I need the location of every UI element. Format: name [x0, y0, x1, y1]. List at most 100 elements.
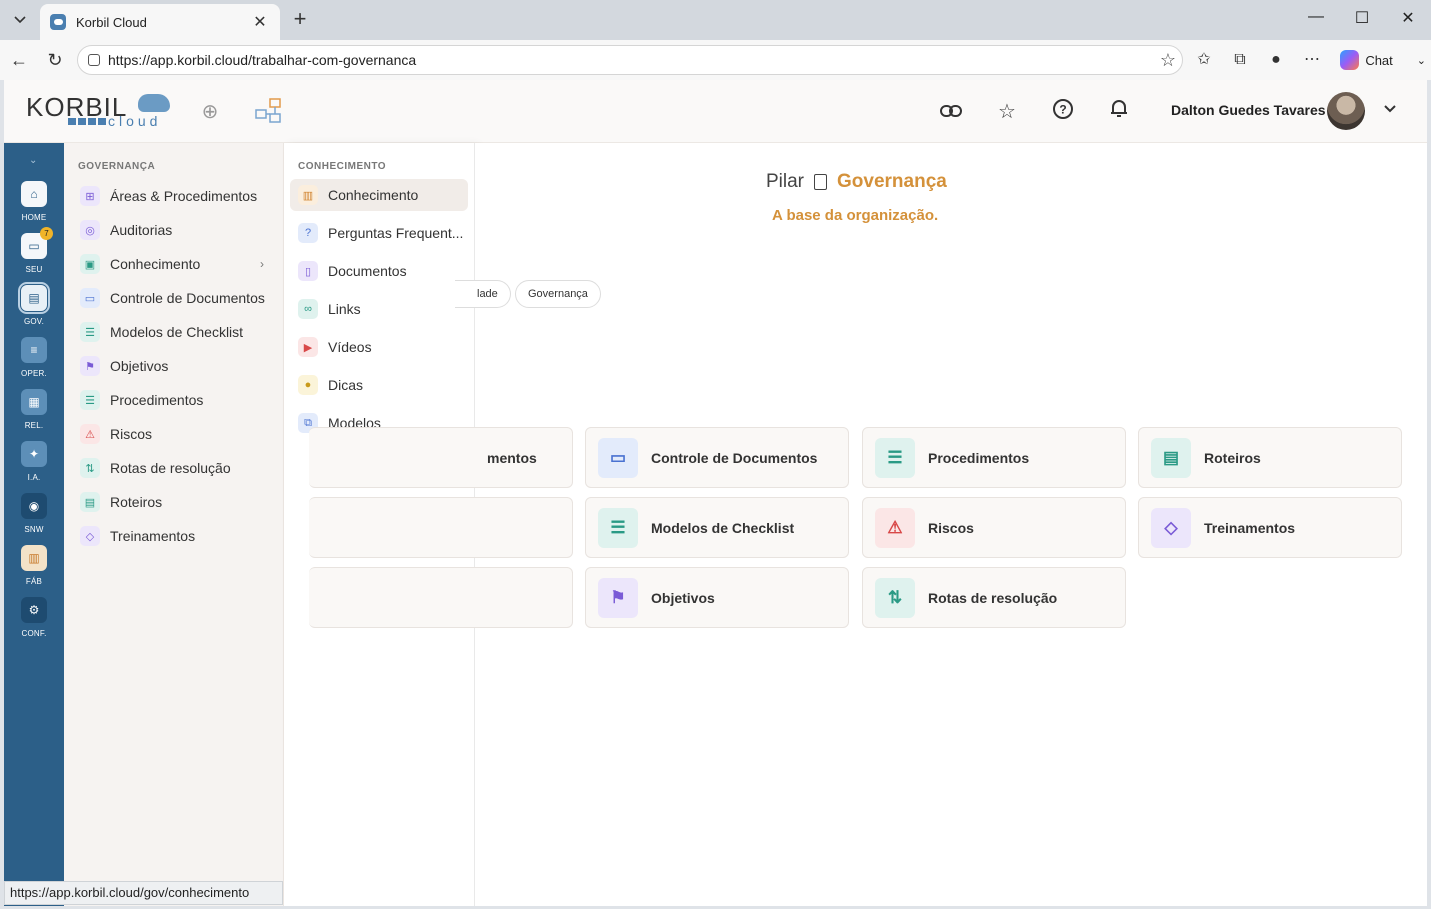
- profile-icon[interactable]: ●: [1264, 48, 1288, 72]
- warning-icon: ⚠: [80, 424, 100, 444]
- link-icon: ∞: [298, 299, 318, 319]
- menu-item-auditorias[interactable]: ◎ Auditorias: [72, 215, 278, 245]
- menu-item-areas[interactable]: ⊞ Áreas & Procedimentos: [72, 181, 278, 211]
- rail-item-snw[interactable]: ◉ SNW: [4, 493, 64, 545]
- back-button[interactable]: ←: [5, 47, 33, 73]
- logo-sub: cloud: [108, 113, 162, 129]
- card-partial-3[interactable]: [309, 567, 573, 628]
- document-icon: ▯: [298, 261, 318, 281]
- rail-item-rel[interactable]: ▦ REL.: [4, 389, 64, 441]
- url-text: https://app.korbil.cloud/trabalhar-com-g…: [108, 52, 417, 68]
- clipboard-icon: [814, 174, 828, 190]
- browser-tab[interactable]: Korbil Cloud ✕: [40, 4, 280, 40]
- rail-item-oper[interactable]: ≡ OPER.: [4, 337, 64, 389]
- menu-item-conhecimento[interactable]: ▣ Conhecimento ›: [72, 249, 278, 279]
- logo-bars: [68, 118, 106, 125]
- lightbulb-icon: ●: [298, 375, 318, 395]
- card-label: Controle de Documentos: [651, 449, 818, 466]
- menu-item-riscos[interactable]: ⚠ Riscos: [72, 419, 278, 449]
- book-open-icon: ▥: [298, 185, 318, 205]
- avatar[interactable]: [1327, 92, 1365, 130]
- card-label: Modelos de Checklist: [651, 519, 795, 536]
- card-documentos[interactable]: mentos: [309, 427, 573, 488]
- menu-item-treinamentos[interactable]: ◇ Treinamentos: [72, 521, 278, 551]
- add-circle-icon[interactable]: ⊕: [196, 98, 224, 126]
- card-treinamentos[interactable]: ◇ Treinamentos: [1138, 497, 1402, 558]
- card-label: Objetivos: [651, 589, 715, 606]
- card-modelos-checklist[interactable]: ☰ Modelos de Checklist: [585, 497, 849, 558]
- rail-item-fab[interactable]: ▥ FÁB: [4, 545, 64, 597]
- filter-chip[interactable]: lade: [455, 280, 511, 308]
- menu-item-rotas[interactable]: ⇅ Rotas de resolução: [72, 453, 278, 483]
- url-input[interactable]: https://app.korbil.cloud/trabalhar-com-g…: [77, 45, 1183, 75]
- rail-item-ia[interactable]: ✦ I.A.: [4, 441, 64, 493]
- star-icon[interactable]: ☆: [993, 98, 1021, 126]
- card-partial-2[interactable]: [309, 497, 573, 558]
- minimize-button[interactable]: —: [1293, 8, 1339, 32]
- structure-icon[interactable]: [254, 98, 282, 126]
- refresh-button[interactable]: ↻: [41, 47, 69, 73]
- menu-item-label: Objetivos: [110, 358, 169, 374]
- copilot-chat-button[interactable]: Chat ⌄: [1336, 47, 1426, 73]
- rail-label: I.A.: [27, 473, 41, 482]
- user-name[interactable]: Dalton Guedes Tavares: [1171, 102, 1326, 118]
- sparkles-icon: ✦: [21, 441, 47, 467]
- faq-icon: ?: [298, 223, 318, 243]
- bell-icon[interactable]: [1105, 98, 1133, 126]
- close-tab-icon[interactable]: ✕: [250, 12, 270, 32]
- governanca-menu: GOVERNANÇA ⊞ Áreas & Procedimentos ◎ Audit…: [64, 143, 284, 906]
- korbil-logo[interactable]: KORBIL cloud: [26, 92, 176, 132]
- card-riscos[interactable]: ⚠ Riscos: [862, 497, 1126, 558]
- help-icon[interactable]: ?: [1049, 98, 1077, 126]
- menu-item-procedimentos[interactable]: ☰ Procedimentos: [72, 385, 278, 415]
- collections-icon[interactable]: ⧉: [1228, 48, 1252, 72]
- rail-item-home[interactable]: ⌂ HOME: [4, 181, 64, 233]
- checklist-icon: ☰: [80, 322, 100, 342]
- tab-title: Korbil Cloud: [76, 14, 147, 30]
- address-bar: ← ↻ https://app.korbil.cloud/trabalhar-c…: [0, 40, 1431, 80]
- card-rotas-resolucao[interactable]: ⇅ Rotas de resolução: [862, 567, 1126, 628]
- card-procedimentos[interactable]: ☰ Procedimentos: [862, 427, 1126, 488]
- globe-icon: ◉: [21, 493, 47, 519]
- tab-list-button[interactable]: [6, 6, 34, 34]
- submenu-item-perguntas[interactable]: ? Perguntas Frequent...: [290, 218, 468, 248]
- menu-item-label: Roteiros: [110, 494, 163, 510]
- bar-chart-icon: ▦: [21, 389, 47, 415]
- card-roteiros[interactable]: ▤ Roteiros: [1138, 427, 1402, 488]
- menu-item-controle-documentos[interactable]: ▭ Controle de Documentos: [72, 283, 278, 313]
- card-objetivos[interactable]: ⚑ Objetivos: [585, 567, 849, 628]
- collapse-chevron-icon[interactable]: ⌄: [29, 155, 37, 166]
- submenu-item-conhecimento[interactable]: ▥ Conhecimento: [290, 179, 468, 211]
- submenu-item-links[interactable]: ∞ Links: [290, 294, 468, 324]
- rail-label: CONF.: [21, 629, 47, 638]
- menu-item-objetivos[interactable]: ⚑ Objetivos: [72, 351, 278, 381]
- maximize-button[interactable]: ☐: [1339, 8, 1385, 32]
- submenu-item-dicas[interactable]: ● Dicas: [290, 370, 468, 400]
- rail-item-conf[interactable]: ⚙ CONF.: [4, 597, 64, 649]
- new-tab-button[interactable]: +: [288, 8, 312, 32]
- lock-icon: [88, 54, 100, 66]
- favorite-star-icon[interactable]: ☆: [1160, 50, 1176, 71]
- submenu-item-label: Dicas: [328, 377, 364, 393]
- card-label: Roteiros: [1204, 449, 1261, 466]
- rail-label: GOV.: [23, 317, 45, 326]
- link-icon[interactable]: [937, 98, 965, 126]
- menu-item-roteiros[interactable]: ▤ Roteiros: [72, 487, 278, 517]
- more-menu-icon[interactable]: ⋯: [1300, 48, 1324, 72]
- status-bar-url: https://app.korbil.cloud/gov/conheciment…: [4, 881, 283, 905]
- favorites-icon[interactable]: ✩: [1192, 48, 1216, 72]
- card-controle-documentos[interactable]: ▭ Controle de Documentos: [585, 427, 849, 488]
- rail-label: SNW: [24, 525, 44, 534]
- browser-window: Korbil Cloud ✕ + — ☐ ✕ ← ↻ https://app.k…: [0, 0, 1431, 909]
- app: KORBIL cloud ⊕ ☆ ? Dalton Guedes Tavares: [4, 80, 1427, 906]
- close-window-button[interactable]: ✕: [1385, 8, 1431, 32]
- rail-label: REL.: [24, 421, 44, 430]
- submenu-item-videos[interactable]: ▶ Vídeos: [290, 332, 468, 362]
- submenu-item-documentos[interactable]: ▯ Documentos: [290, 256, 468, 286]
- filter-chip-governanca[interactable]: Governança: [515, 280, 601, 308]
- chevron-down-icon[interactable]: [1384, 100, 1396, 116]
- rail-item-gov[interactable]: ▤ GOV.: [4, 282, 64, 337]
- rail-item-seu[interactable]: ▭ 7 SEU: [4, 227, 64, 285]
- left-rail: ⌄ ⌂ HOME ▭ 7 SEU ▤ GOV. ≡ OPER. ▦ REL. ✦…: [4, 143, 64, 906]
- menu-item-modelos-checklist[interactable]: ☰ Modelos de Checklist: [72, 317, 278, 347]
